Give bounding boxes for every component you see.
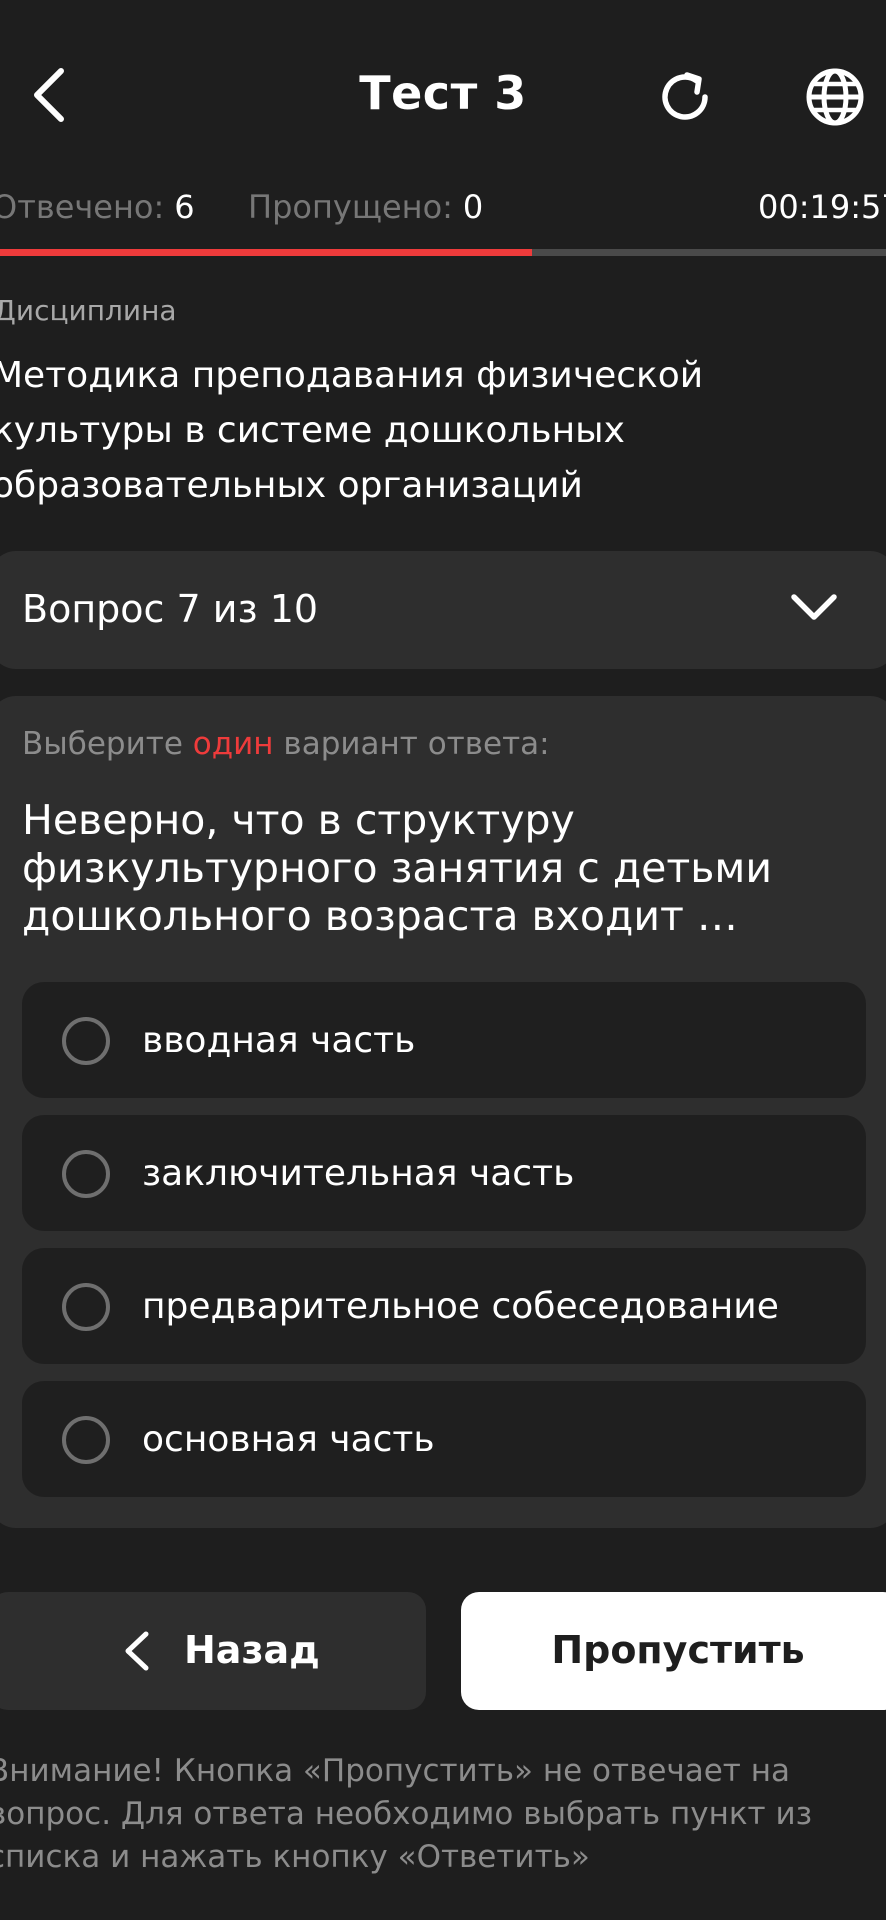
answered-label: Отвечено:	[0, 188, 165, 226]
back-nav-button[interactable]: Назад	[0, 1592, 426, 1710]
question-selector[interactable]: Вопрос 7 из 10	[0, 551, 886, 669]
answer-option-label: предварительное собеседование	[142, 1286, 779, 1327]
refresh-icon	[662, 72, 708, 120]
skipped-label: Пропущено:	[248, 188, 453, 226]
progress-bar	[0, 249, 886, 256]
globe-icon	[806, 68, 864, 126]
answered-value: 6	[174, 188, 195, 226]
radio-button[interactable]	[62, 1017, 110, 1065]
page-title: Тест 3	[359, 66, 527, 120]
chevron-left-icon	[34, 68, 64, 122]
answer-option[interactable]: заключительная часть	[22, 1115, 866, 1231]
test-screen: Тест 3 Отвечено:6 Пропущено:0 00:19:57	[0, 0, 886, 1920]
skip-button[interactable]: Пропустить	[461, 1592, 886, 1710]
header: Тест 3	[0, 40, 886, 150]
timer: 00:19:57	[758, 188, 886, 226]
question-text: Неверно, что в структуру физкультурного …	[22, 796, 773, 940]
refresh-button[interactable]	[648, 60, 722, 134]
answer-option[interactable]: основная часть	[22, 1381, 866, 1497]
discipline-label: Дисциплина	[0, 294, 177, 327]
instruction-prefix: Выберите	[22, 726, 193, 762]
language-button[interactable]	[798, 60, 872, 134]
chevron-down-icon	[791, 594, 837, 620]
skipped-value: 0	[462, 188, 484, 226]
radio-button[interactable]	[62, 1416, 110, 1464]
instruction-suffix: вариант ответа:	[273, 726, 550, 762]
back-nav-label: Назад	[184, 1628, 320, 1672]
answer-option-label: вводная часть	[142, 1020, 416, 1061]
question-card: Выберите один вариант ответа: Неверно, ч…	[0, 696, 886, 1528]
radio-button[interactable]	[62, 1150, 110, 1198]
back-button[interactable]	[14, 60, 84, 130]
answered-counter: Отвечено: 6	[0, 188, 195, 226]
question-selector-label: Вопрос 7 из 10	[22, 587, 319, 631]
test-stats: Отвечено:6 Пропущено:0 00:19:57	[0, 188, 886, 232]
answer-instruction: Выберите один вариант ответа:	[22, 726, 550, 762]
instruction-accent: один	[192, 726, 274, 762]
discipline-title: Методика преподавания физической культур…	[0, 355, 704, 506]
radio-button[interactable]	[62, 1283, 110, 1331]
skip-warning-note: Внимание! Кнопка «Пропустить» не отвечае…	[0, 1753, 813, 1875]
progress-fill	[0, 249, 532, 256]
answer-option[interactable]: вводная часть	[22, 982, 866, 1098]
skipped-counter: Пропущено: 0	[248, 188, 483, 226]
answer-option-label: основная часть	[142, 1419, 435, 1460]
chevron-left-icon	[125, 1631, 149, 1671]
answer-option[interactable]: предварительное собеседование	[22, 1248, 866, 1364]
answer-option-label: заключительная часть	[142, 1153, 575, 1194]
skip-button-label: Пропустить	[551, 1628, 805, 1672]
